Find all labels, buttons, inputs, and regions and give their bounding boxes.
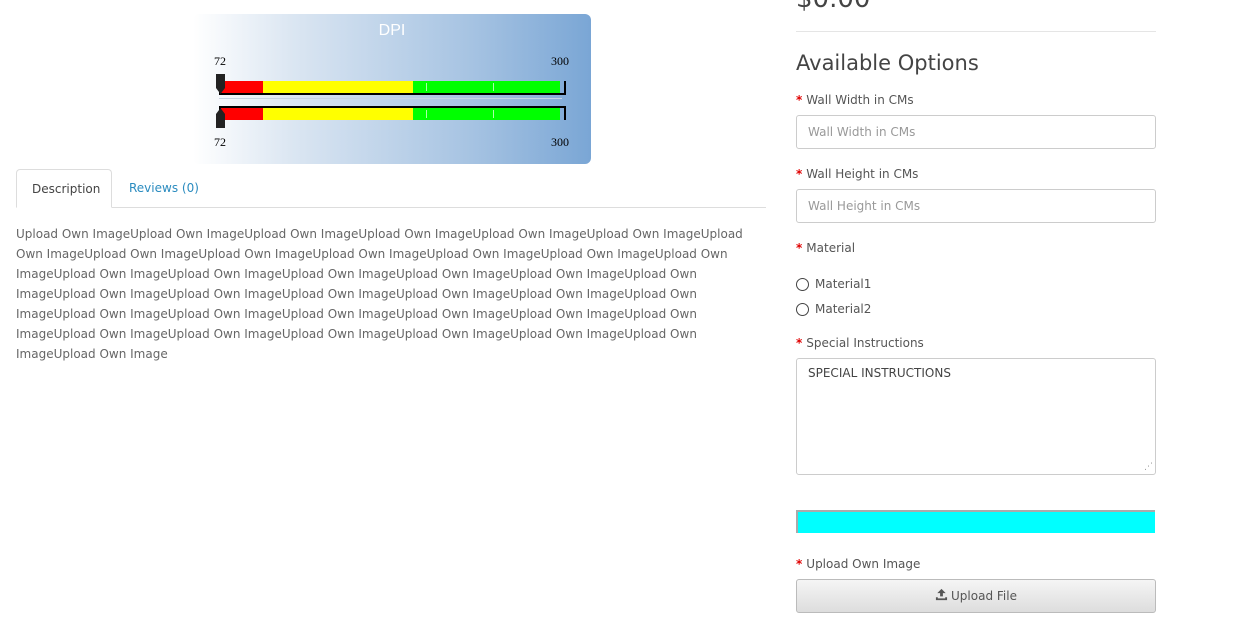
material-option-1[interactable]: Material1 [796, 276, 871, 292]
required-mark: * [796, 336, 803, 350]
upload-label-text: Upload Own Image [806, 557, 921, 571]
radio-button[interactable] [796, 278, 809, 291]
special-instructions-label-text: Special Instructions [806, 336, 924, 350]
resize-grip-icon[interactable]: ⋰ [1144, 462, 1153, 472]
material-label-text: Material [806, 241, 856, 255]
required-mark: * [796, 557, 803, 571]
options-title: Available Options [796, 51, 979, 75]
required-mark: * [796, 93, 803, 107]
special-instructions-label: * Special Instructions [796, 336, 924, 350]
dpi-yellow-segment [263, 108, 413, 120]
dpi-min-label-top: 72 [214, 54, 226, 68]
dpi-green-segment [413, 108, 560, 120]
dpi-red-segment [221, 81, 263, 93]
dpi-tick [493, 83, 494, 91]
material-option-2[interactable]: Material2 [796, 301, 871, 317]
meter-separator [219, 98, 562, 99]
special-instructions-textarea[interactable]: SPECIAL INSTRUCTIONS [796, 358, 1156, 475]
wall-width-label: * Wall Width in CMs [796, 93, 914, 107]
material-label: * Material [796, 241, 855, 255]
wall-height-input[interactable] [796, 189, 1156, 223]
product-tabs: Description Reviews (0) [16, 169, 766, 208]
divider [796, 31, 1156, 32]
material-option-label: Material1 [815, 277, 872, 291]
radio-button[interactable] [796, 303, 809, 316]
dpi-min-label-bottom: 72 [214, 135, 226, 149]
wall-height-label: * Wall Height in CMs [796, 167, 918, 181]
dpi-yellow-segment [263, 81, 413, 93]
dpi-max-label-top: 300 [551, 54, 569, 68]
wall-width-input[interactable] [796, 115, 1156, 149]
upload-icon [935, 588, 948, 601]
upload-file-button[interactable]: Upload File [796, 579, 1156, 613]
dpi-green-segment [413, 81, 560, 93]
dpi-meter-top [219, 81, 566, 95]
dpi-red-segment [221, 108, 263, 120]
color-swatch-bar[interactable] [796, 510, 1155, 533]
dpi-meter-panel: DPI 72 300 72 300 [193, 14, 591, 164]
wall-height-label-text: Wall Height in CMs [806, 167, 919, 181]
dpi-tick [426, 83, 427, 91]
required-mark: * [796, 241, 803, 255]
wall-width-label-text: Wall Width in CMs [806, 93, 914, 107]
tab-reviews[interactable]: Reviews (0) [114, 169, 214, 207]
dpi-tick [426, 110, 427, 118]
required-mark: * [796, 167, 803, 181]
tab-description[interactable]: Description [16, 169, 112, 208]
upload-button-label: Upload File [951, 589, 1017, 603]
dpi-max-label-bottom: 300 [551, 135, 569, 149]
material-option-label: Material2 [815, 302, 872, 316]
dpi-meter-bottom [219, 106, 566, 120]
dpi-title: DPI [378, 22, 406, 39]
product-price: $0.00 [796, 0, 870, 14]
upload-label: * Upload Own Image [796, 557, 920, 571]
dpi-tick [493, 110, 494, 118]
dpi-meter-baseline [221, 93, 564, 95]
product-description: Upload Own ImageUpload Own ImageUpload O… [16, 227, 743, 361]
